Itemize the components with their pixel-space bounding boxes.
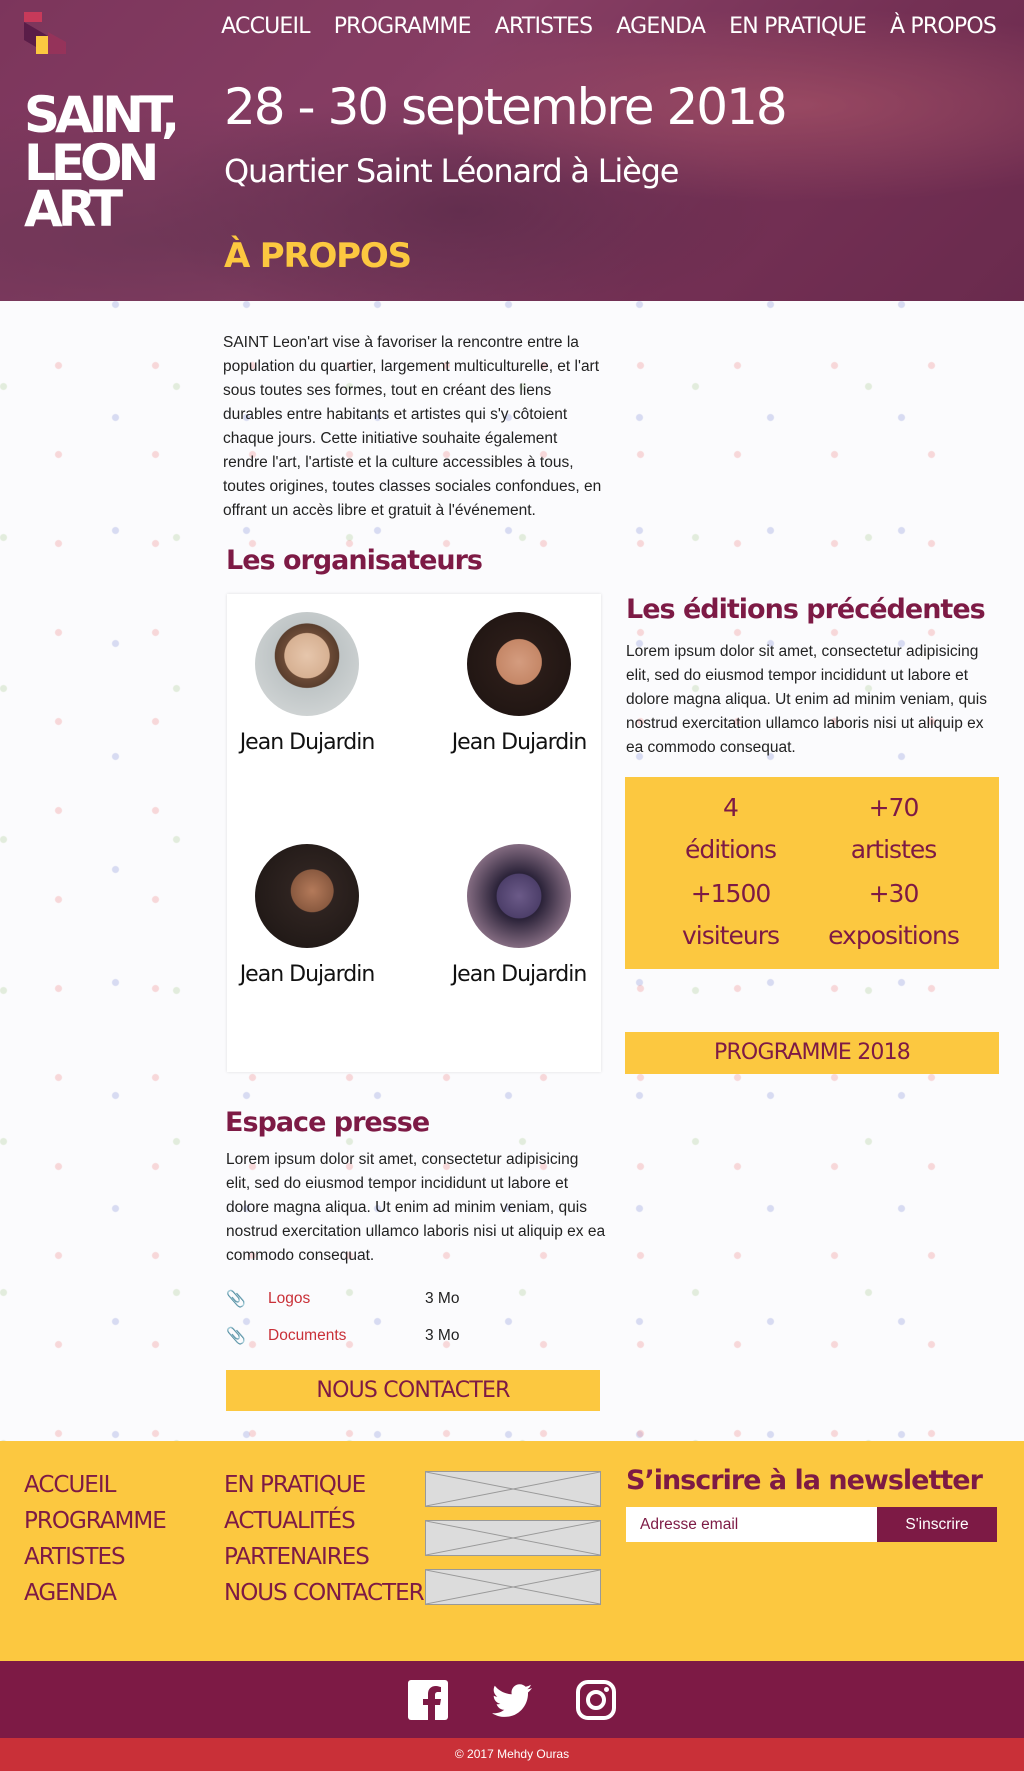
event-location: Quartier Saint Léonard à Liège xyxy=(224,152,679,190)
previous-editions-text: Lorem ipsum dolor sit amet, consectetur … xyxy=(626,643,987,756)
nav-programme[interactable]: PROGRAMME xyxy=(322,14,483,39)
site-mini-logo-icon[interactable] xyxy=(24,12,66,54)
programme-2018-button[interactable]: PROGRAMME 2018 xyxy=(625,1032,999,1074)
organizers-card: Jean Dujardin Jean Dujardin Jean Dujardi… xyxy=(227,594,601,1072)
file-size: 3 Mo xyxy=(425,1326,460,1344)
nav-artistes[interactable]: ARTISTES xyxy=(483,14,605,39)
avatar xyxy=(255,844,359,948)
organizer-name: Jean Dujardin xyxy=(451,962,588,987)
paperclip-icon: 📎 xyxy=(226,1290,246,1308)
intro-text: SAINT Leon'art vise à favoriser la renco… xyxy=(223,334,602,519)
stat-label: artistes xyxy=(850,835,938,864)
file-row: 📎 Documents 3 Mo xyxy=(226,1317,606,1354)
file-link-logos[interactable]: Logos xyxy=(268,1290,425,1308)
main-content: SAINT Leon'art vise à favoriser la renco… xyxy=(0,301,1024,1441)
page-title: À PROPOS xyxy=(224,236,412,276)
avatar xyxy=(467,612,571,716)
file-link-documents[interactable]: Documents xyxy=(268,1327,425,1345)
contact-button[interactable]: NOUS CONTACTER xyxy=(226,1370,600,1411)
press-files: 📎 Logos 3 Mo 📎 Documents 3 Mo xyxy=(226,1280,606,1354)
file-row: 📎 Logos 3 Mo xyxy=(226,1280,606,1317)
organizers-title-highlight: Les xyxy=(226,545,276,576)
footer-link-programme[interactable]: PROGRAMME xyxy=(24,1503,167,1539)
organizer-card: Jean Dujardin xyxy=(449,844,589,987)
stat-visiteurs: +1500 visiteurs xyxy=(649,873,812,959)
hero-header: ACCUEIL PROGRAMME ARTISTES AGENDA EN PRA… xyxy=(0,0,1024,301)
newsletter-subscribe-button[interactable]: S'inscrire xyxy=(877,1507,997,1542)
footer-link-actualites[interactable]: ACTUALITÉS xyxy=(224,1503,424,1539)
facebook-icon[interactable] xyxy=(408,1679,448,1720)
paperclip-icon: 📎 xyxy=(226,1327,246,1345)
twitter-icon[interactable] xyxy=(492,1680,532,1720)
main-nav: ACCUEIL PROGRAMME ARTISTES AGENDA EN PRA… xyxy=(209,14,1008,39)
footer-link-partenaires[interactable]: PARTENAIRES xyxy=(224,1539,424,1575)
stat-label: éditions xyxy=(684,835,777,864)
file-size: 3 Mo xyxy=(425,1289,460,1307)
footer: ACCUEIL PROGRAMME ARTISTES AGENDA EN PRA… xyxy=(0,1441,1024,1661)
stat-expositions: +30 expositions xyxy=(812,873,975,959)
instagram-icon[interactable] xyxy=(576,1679,616,1720)
avatar xyxy=(255,612,359,716)
organizer-card: Jean Dujardin xyxy=(449,612,589,755)
stat-artistes: +70 artistes xyxy=(812,787,975,873)
footer-link-artistes[interactable]: ARTISTES xyxy=(24,1539,166,1575)
stat-label: visiteurs xyxy=(681,921,780,950)
newsletter-email-input[interactable] xyxy=(626,1507,877,1542)
stat-label: expositions xyxy=(828,921,960,950)
newsletter-form: S'inscrire xyxy=(626,1507,997,1542)
svg-text:ART: ART xyxy=(24,180,123,228)
copyright: © 2017 Mehdy Ouras xyxy=(0,1738,1024,1771)
image-placeholder xyxy=(425,1520,601,1556)
footer-link-agenda[interactable]: AGENDA xyxy=(24,1575,166,1611)
event-date: 28 - 30 septembre 2018 xyxy=(224,78,788,136)
footer-link-nous-contacter[interactable]: NOUS CONTACTER xyxy=(224,1575,425,1611)
saint-leon-art-logo[interactable]: SAINT, LEON ART xyxy=(24,88,202,228)
image-placeholder xyxy=(425,1471,601,1507)
organizer-card: Jean Dujardin xyxy=(237,844,377,987)
organizers-title-rest: organisateurs xyxy=(274,545,483,576)
press-title: Espace presse xyxy=(225,1107,430,1138)
organizer-name: Jean Dujardin xyxy=(239,730,376,755)
footer-link-en-pratique[interactable]: EN PRATIQUE xyxy=(224,1467,424,1503)
nav-en-pratique[interactable]: EN PRATIQUE xyxy=(717,14,878,39)
organizers-title: Les organisateurs xyxy=(226,545,483,576)
image-placeholder xyxy=(425,1569,601,1605)
stats-panel: 4 éditions +70 artistes +1500 visiteurs … xyxy=(625,777,999,969)
organizer-name: Jean Dujardin xyxy=(239,962,376,987)
social-bar xyxy=(0,1661,1024,1738)
stat-value: +30 xyxy=(868,879,920,908)
footer-links-col2: EN PRATIQUE ACTUALITÉS PARTENAIRES NOUS … xyxy=(224,1467,425,1611)
nav-accueil[interactable]: ACCUEIL xyxy=(209,14,322,39)
newsletter-title: S’inscrire à la newsletter xyxy=(626,1465,983,1496)
footer-links-col1: ACCUEIL PROGRAMME ARTISTES AGENDA xyxy=(24,1467,167,1611)
stat-value: 4 xyxy=(723,793,739,822)
organizer-name: Jean Dujardin xyxy=(451,730,588,755)
stat-value: +70 xyxy=(868,793,920,822)
organizer-card: Jean Dujardin xyxy=(237,612,377,755)
nav-agenda[interactable]: AGENDA xyxy=(604,14,717,39)
previous-editions-title: Les éditions précédentes xyxy=(626,594,986,625)
avatar xyxy=(467,844,571,948)
nav-a-propos[interactable]: À PROPOS xyxy=(878,14,1008,39)
press-text: Lorem ipsum dolor sit amet, consectetur … xyxy=(226,1151,606,1264)
stat-editions: 4 éditions xyxy=(649,787,812,873)
stat-value: +1500 xyxy=(690,879,772,908)
footer-link-accueil[interactable]: ACCUEIL xyxy=(24,1467,166,1503)
